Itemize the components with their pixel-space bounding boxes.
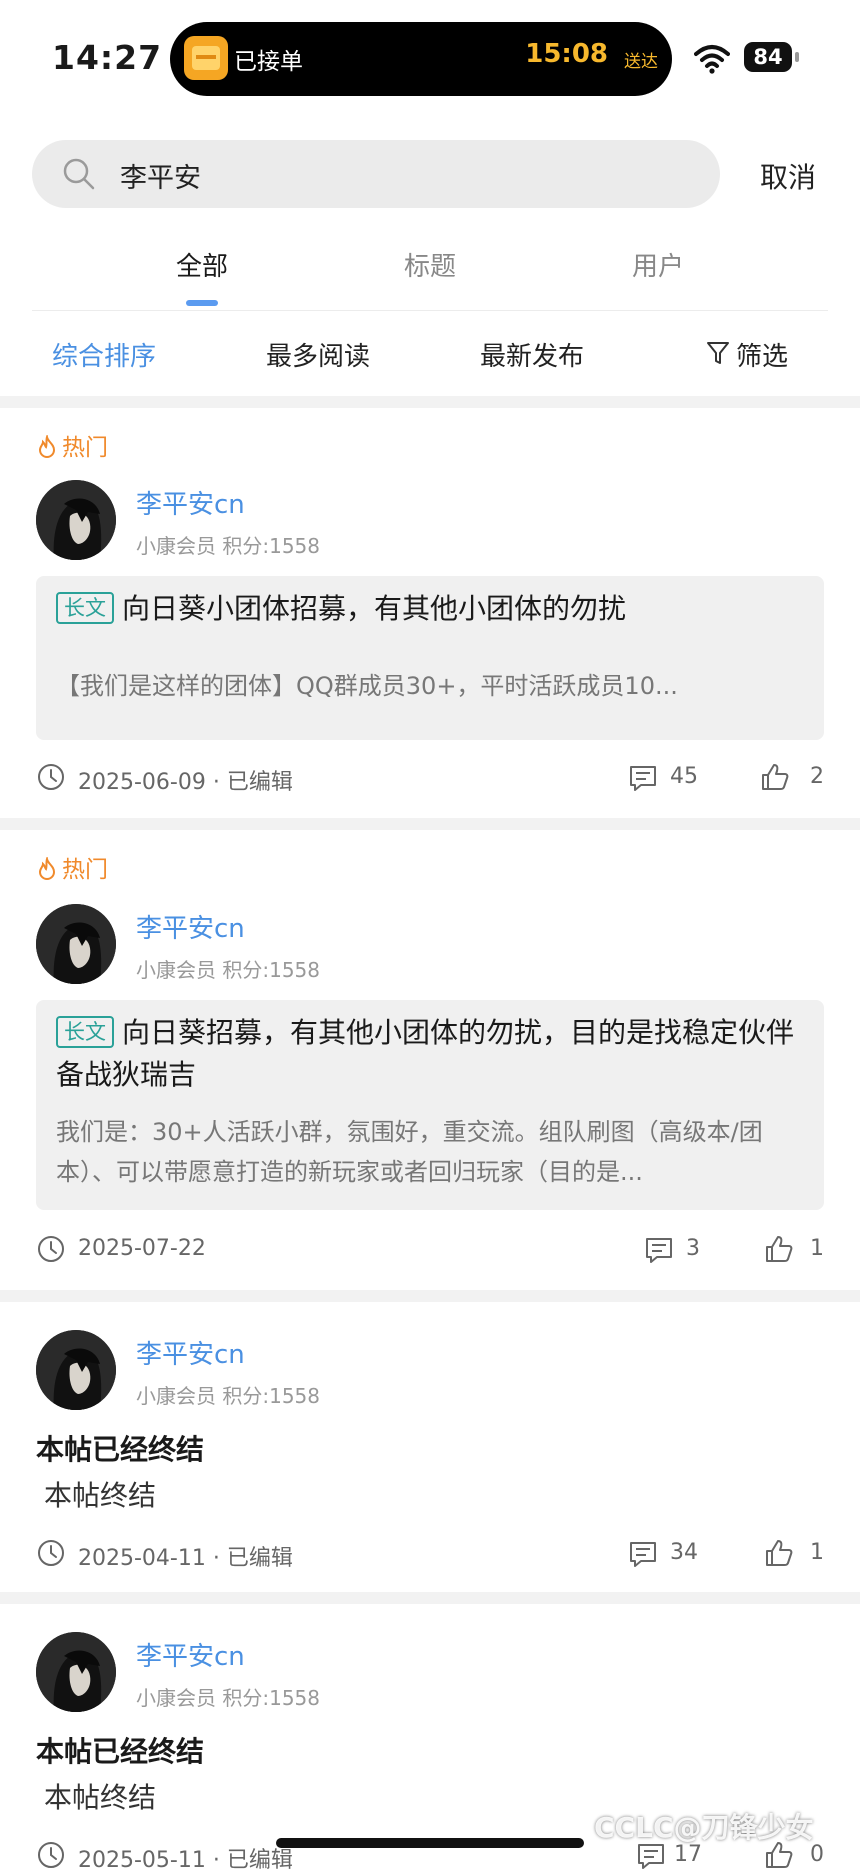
post-meta: 2025-07-22 3 1 — [36, 1232, 824, 1268]
member-info: 小康会员 积分:1558 — [136, 1686, 320, 1710]
wifi-icon — [694, 45, 730, 74]
post-body: 本帖终结 — [44, 1479, 157, 1512]
search-icon — [63, 158, 95, 190]
post-excerpt: 我们是：30+人活跃小群，氛围好，重交流。组队刷图（高级本/团本）、可以带愿意打… — [56, 1118, 763, 1186]
island-eta-time: 15:08 — [525, 39, 608, 69]
author-name[interactable]: 李平安cn — [136, 908, 245, 945]
post-card[interactable]: 李平安cn 小康会员 积分:1558 本帖已经终结 本帖终结 2025-04-1… — [0, 1302, 860, 1592]
post-date: 2025-05-11 · 已编辑 — [78, 1848, 293, 1873]
post-body: 本帖终结 — [44, 1781, 157, 1814]
avatar-image — [36, 1330, 116, 1410]
post-title: 长文 向日葵小团体招募，有其他小团体的勿扰 — [56, 588, 804, 630]
post-title[interactable]: 本帖已经终结 — [36, 1730, 204, 1770]
comment-icon[interactable] — [628, 764, 658, 792]
avatar[interactable] — [36, 480, 116, 560]
avatar[interactable] — [36, 1632, 116, 1712]
post-title: 长文 向日葵招募，有其他小团体的勿扰，目的是找稳定伙伴备战狄瑞吉 — [56, 1016, 795, 1091]
post-card[interactable]: 热门 李平安cn 小康会员 积分:1558 长文 向日葵小团体招募，有其他小团体的… — [0, 408, 860, 818]
sort-comprehensive[interactable]: 综合排序 — [52, 336, 156, 373]
like-count: 2 — [810, 764, 824, 789]
section-divider — [0, 1290, 860, 1302]
avatar-image — [36, 1632, 116, 1712]
long-article-badge: 长文 — [56, 592, 114, 624]
author-name[interactable]: 李平安cn — [136, 1334, 245, 1371]
comment-icon[interactable] — [628, 1540, 658, 1568]
thumbs-up-icon[interactable] — [764, 1538, 794, 1568]
section-divider — [0, 1592, 860, 1604]
sort-filter[interactable]: 筛选 — [736, 336, 788, 373]
post-meta: 2025-06-09 · 已编辑 45 2 — [36, 760, 824, 796]
post-content-card[interactable]: 长文 向日葵小团体招募，有其他小团体的勿扰 【我们是这样的团体】QQ群成员30+，… — [36, 576, 824, 740]
section-divider — [0, 818, 860, 830]
post-content-card[interactable]: 长文 向日葵招募，有其他小团体的勿扰，目的是找稳定伙伴备战狄瑞吉 我们是：30+人… — [36, 1000, 824, 1210]
flame-icon — [38, 855, 56, 880]
island-order-status: 已接单 — [234, 49, 303, 75]
comment-count: 34 — [670, 1540, 698, 1565]
thumbs-up-icon[interactable] — [764, 1234, 794, 1264]
island-eta-suffix: 送达 — [624, 52, 658, 72]
author-name[interactable]: 李平安cn — [136, 484, 245, 521]
avatar[interactable] — [36, 1330, 116, 1410]
sort-newest[interactable]: 最新发布 — [480, 336, 584, 373]
avatar[interactable] — [36, 904, 116, 984]
clock-icon — [38, 764, 64, 790]
post-date: 2025-04-11 · 已编辑 — [78, 1546, 293, 1571]
section-divider — [0, 396, 860, 408]
author-name[interactable]: 李平安cn — [136, 1636, 245, 1673]
home-indicator[interactable] — [276, 1838, 584, 1848]
post-card[interactable]: 热门 李平安cn 小康会员 积分:1558 长文 向日葵招募，有其他小团体的勿扰，… — [0, 830, 860, 1290]
sort-most-read[interactable]: 最多阅读 — [266, 336, 370, 373]
avatar-image — [36, 480, 116, 560]
thumbs-up-icon[interactable] — [760, 762, 790, 792]
status-time: 14:27 — [52, 38, 163, 77]
search-bar: 李平安 取消 — [0, 138, 860, 210]
member-info: 小康会员 积分:1558 — [136, 534, 320, 558]
search-input[interactable]: 李平安 — [32, 140, 720, 208]
tab-title[interactable]: 标题 — [370, 246, 490, 283]
battery-icon: 84 — [744, 42, 800, 72]
search-tabs: 全部 标题 用户 — [32, 226, 828, 311]
tab-active-indicator — [186, 300, 218, 306]
post-date: 2025-07-22 — [78, 1236, 206, 1261]
like-count: 1 — [810, 1236, 824, 1261]
status-bar: 14:27 已接单 15:08 送达 84 — [0, 0, 860, 110]
member-info: 小康会员 积分:1558 — [136, 958, 320, 982]
hot-label: 热门 — [36, 428, 108, 462]
tab-all[interactable]: 全部 — [142, 246, 262, 283]
like-count: 1 — [810, 1540, 824, 1565]
member-info: 小康会员 积分:1558 — [136, 1384, 320, 1408]
comment-icon[interactable] — [636, 1842, 666, 1870]
post-title[interactable]: 本帖已经终结 — [36, 1428, 204, 1468]
long-article-badge: 长文 — [56, 1016, 114, 1048]
dynamic-island[interactable]: 已接单 15:08 送达 — [170, 22, 672, 96]
comment-count: 45 — [670, 764, 698, 789]
flame-icon — [38, 433, 56, 458]
post-meta: 2025-04-11 · 已编辑 34 1 — [36, 1536, 824, 1572]
avatar-image — [36, 904, 116, 984]
filter-icon[interactable] — [706, 340, 730, 366]
cancel-button[interactable]: 取消 — [760, 156, 816, 196]
search-query: 李平安 — [120, 163, 201, 194]
clock-icon — [38, 1236, 64, 1262]
delivery-app-icon — [184, 36, 228, 80]
battery-cap — [795, 52, 799, 62]
clock-icon — [38, 1842, 64, 1868]
hot-label: 热门 — [36, 850, 108, 884]
comment-count: 3 — [686, 1236, 700, 1261]
watermark: CCLC@刀锋少女 — [594, 1811, 814, 1844]
comment-icon[interactable] — [644, 1236, 674, 1264]
battery-level: 84 — [744, 42, 792, 72]
tab-user[interactable]: 用户 — [598, 246, 718, 283]
sort-bar: 综合排序 最多阅读 最新发布 筛选 — [0, 312, 860, 396]
post-excerpt: 【我们是这样的团体】QQ群成员30+，平时活跃成员10... — [56, 672, 678, 700]
clock-icon — [38, 1540, 64, 1566]
post-date: 2025-06-09 · 已编辑 — [78, 770, 293, 795]
